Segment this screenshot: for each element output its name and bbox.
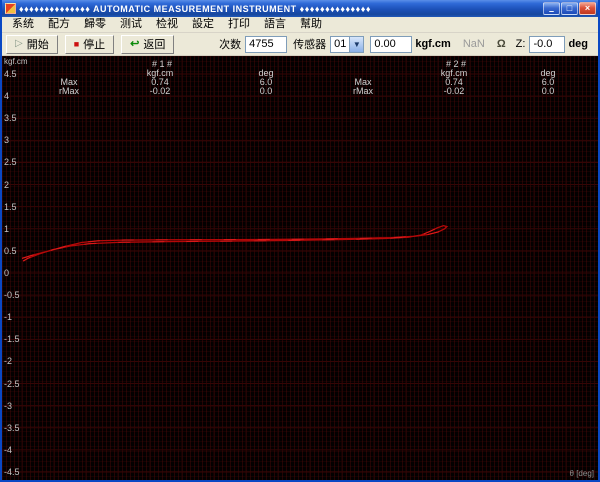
start-button-label: 開始 (26, 39, 49, 51)
toolbar: ▷ 開始 ■ 停止 ↩ 返回 次数 传感器 01 ▼ kgf.cm NaN Ω … (2, 33, 598, 56)
y-tick-label: 1 (4, 223, 10, 234)
y-tick-label: -1 (4, 312, 13, 323)
y-tick-label: -2 (4, 356, 13, 367)
menu-item-settings[interactable]: 設定 (185, 17, 221, 32)
menu-item-recipe[interactable]: 配方 (41, 17, 77, 32)
y-tick-label: -0.5 (4, 290, 20, 301)
count-label: 次数 (219, 39, 242, 51)
app-window: ♦♦♦♦♦♦♦♦♦♦♦♦♦♦ AUTOMATIC MEASUREMENT INS… (0, 0, 600, 482)
return-button-label: 返回 (143, 39, 166, 51)
y-tick-label: 3 (4, 135, 10, 146)
y-axis-unit: kgf.cm (4, 57, 28, 66)
nan-readout: NaN (462, 38, 485, 50)
minimize-button[interactable]: – (543, 2, 560, 16)
window-controls: – □ × (542, 2, 596, 16)
y-tick-label: -3.5 (4, 422, 20, 433)
s1-rmax-torque: -0.02 (149, 86, 171, 96)
titlebar: ♦♦♦♦♦♦♦♦♦♦♦♦♦♦ AUTOMATIC MEASUREMENT INS… (2, 0, 598, 17)
y-tick-label: 0 (4, 268, 10, 278)
y-tick-label: 0.5 (4, 245, 17, 256)
s2-rmax-label: rMax (353, 86, 373, 96)
return-arrow-icon: ↩ (130, 37, 140, 50)
sensor-label: 传感器 (293, 39, 327, 51)
menu-item-view[interactable]: 检视 (149, 17, 185, 32)
maximize-button[interactable]: □ (561, 2, 578, 15)
stop-icon: ■ (73, 38, 80, 49)
y-tick-label: -2.5 (4, 378, 20, 389)
y-tick-label: -4 (4, 444, 13, 455)
y-tick-label: 2.5 (4, 157, 17, 168)
y-tick-label: -4.5 (4, 467, 20, 477)
y-tick-label: -3 (4, 400, 13, 411)
close-button[interactable]: × (579, 2, 596, 15)
z-unit-label: deg (568, 38, 588, 50)
play-icon: ▷ (15, 38, 23, 49)
stop-button-label: 停止 (83, 39, 106, 51)
torque-input[interactable] (370, 35, 413, 53)
chart-plot: kgf.cm # 1 # # 2 # kgf.cm deg kgf.cm deg… (2, 56, 598, 480)
y-tick-label: 2 (4, 179, 10, 190)
close-icon: × (584, 3, 591, 13)
omega-icon: Ω (496, 38, 506, 50)
sensor-select[interactable]: 01 ▼ (330, 35, 365, 53)
stop-button[interactable]: ■ 停止 (64, 34, 115, 54)
s1-rmax-label: rMax (59, 86, 79, 96)
sensor-selected-value: 01 (334, 37, 347, 50)
start-button[interactable]: ▷ 開始 (6, 34, 58, 54)
maximize-icon: □ (566, 3, 573, 13)
y-tick-label: -1.5 (4, 334, 20, 345)
x-axis-label: θ [deg] (569, 469, 594, 478)
y-tick-label: 1.5 (4, 201, 17, 212)
menu-item-language[interactable]: 語言 (257, 17, 293, 32)
app-icon (5, 3, 16, 14)
count-input[interactable] (245, 35, 288, 53)
y-tick-label: 4 (4, 91, 10, 102)
s1-rmax-angle: 0.0 (259, 86, 273, 96)
chevron-down-icon[interactable]: ▼ (349, 36, 364, 52)
torque-unit-label: kgf.cm (415, 38, 451, 50)
chart-grid (2, 56, 598, 480)
menu-item-system[interactable]: 系统 (5, 17, 41, 32)
z-label: Z: (515, 38, 526, 50)
menu-item-print[interactable]: 打印 (221, 17, 257, 32)
y-tick-label: 3.5 (4, 113, 17, 124)
y-tick-label: 4.5 (4, 69, 17, 79)
minimize-icon: – (548, 6, 554, 16)
menu-item-help[interactable]: 幫助 (293, 17, 329, 32)
menubar: 系统 配方 歸零 测试 检视 設定 打印 語言 幫助 (2, 17, 598, 33)
menu-item-test[interactable]: 测试 (113, 17, 149, 32)
z-input[interactable] (529, 35, 566, 53)
s2-rmax-torque: -0.02 (443, 86, 465, 96)
window-title: ♦♦♦♦♦♦♦♦♦♦♦♦♦♦ AUTOMATIC MEASUREMENT INS… (19, 3, 371, 14)
menu-item-zero[interactable]: 歸零 (77, 17, 113, 32)
s2-rmax-angle: 0.0 (541, 86, 555, 96)
return-button[interactable]: ↩ 返回 (121, 34, 175, 54)
